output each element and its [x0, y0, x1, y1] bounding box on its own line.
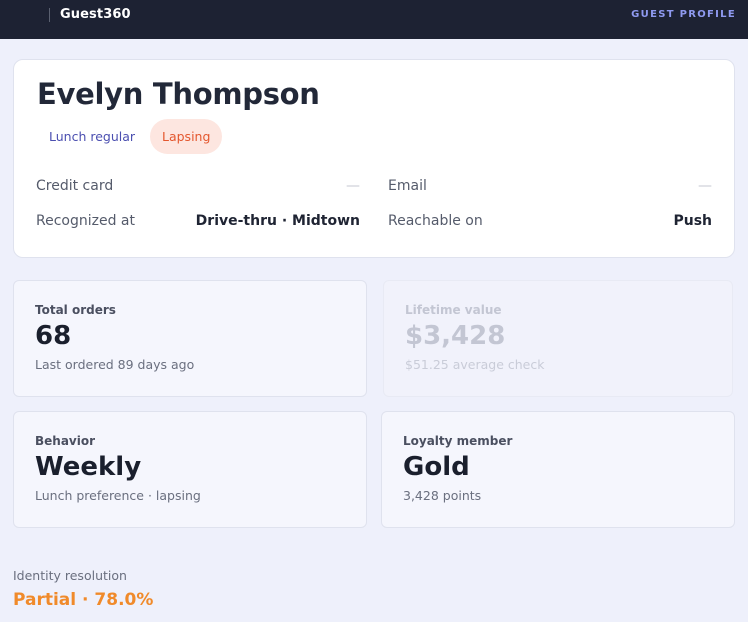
lifetime-value-sub: $51.25 average check [405, 357, 545, 372]
loyalty-sub: 3,428 points [403, 488, 482, 503]
lifetime-value-value: $3,428 [405, 321, 506, 351]
behavior-label: Behavior [35, 434, 96, 448]
identity-resolution-label: Identity resolution [13, 568, 127, 583]
guest-name: Evelyn Thompson [37, 77, 320, 111]
reachable-on-label: Reachable on [388, 213, 483, 229]
lifetime-value-label: Lifetime value [405, 303, 502, 317]
tag-lunch-regular[interactable]: Lunch regular [37, 119, 147, 154]
brand-logo[interactable]: Guest360 [60, 7, 131, 22]
profile-card: Evelyn Thompson Lunch regular Lapsing Cr… [13, 59, 735, 258]
total-orders-value: 68 [35, 321, 72, 351]
behavior-sub: Lunch preference · lapsing [35, 488, 201, 503]
loyalty-value: Gold [403, 452, 470, 482]
behavior-card[interactable]: Behavior Weekly Lunch preference · lapsi… [13, 411, 367, 528]
reachable-on-value: Push [673, 213, 712, 229]
loyalty-card[interactable]: Loyalty member Gold 3,428 points [381, 411, 735, 528]
credit-card-value: — [346, 178, 360, 194]
tag-lapsing[interactable]: Lapsing [150, 119, 223, 154]
page-label: GUEST PROFILE [631, 9, 736, 20]
total-orders-card[interactable]: Total orders 68 Last ordered 89 days ago [13, 280, 367, 397]
total-orders-sub: Last ordered 89 days ago [35, 357, 195, 372]
recognized-at-value: Drive-thru · Midtown [195, 213, 360, 229]
email-label: Email [388, 178, 427, 194]
topbar-divider [49, 8, 50, 22]
identity-resolution-value: Partial · 78.0% [13, 590, 154, 610]
top-bar: Guest360 GUEST PROFILE [0, 0, 748, 39]
lifetime-value-card[interactable]: Lifetime value $3,428 $51.25 average che… [383, 280, 733, 397]
behavior-value: Weekly [35, 452, 142, 482]
loyalty-label: Loyalty member [403, 434, 513, 448]
email-value: — [698, 178, 712, 194]
credit-card-label: Credit card [36, 178, 114, 194]
total-orders-label: Total orders [35, 303, 116, 317]
recognized-at-label: Recognized at [36, 213, 135, 229]
